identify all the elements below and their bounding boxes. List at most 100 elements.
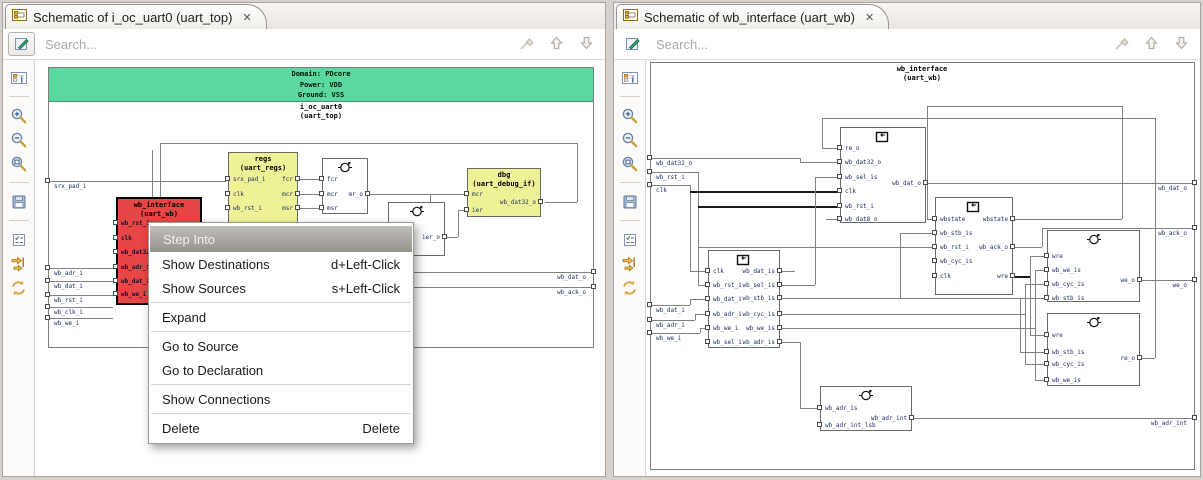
port-wb_adr_int: wb_adr_int: [870, 415, 907, 422]
wire: [577, 143, 578, 202]
find-next-icon[interactable]: [578, 34, 595, 51]
input-pin-wb_dat_i: [647, 302, 652, 307]
port-pin: [1044, 267, 1049, 272]
wire: [545, 202, 577, 203]
wire: [652, 158, 800, 159]
zoom-in-icon[interactable]: [8, 106, 30, 125]
menu-item-label: Show Destinations: [162, 256, 270, 272]
tab-schematic-uart-top[interactable]: Schematic of i_oc_uart0 (uart_top) ✕: [5, 4, 267, 29]
menu-item-show-destinations[interactable]: Show Destinations d+Left-Click: [149, 252, 413, 276]
zoom-fit-icon[interactable]: [8, 154, 30, 173]
find-previous-icon[interactable]: [1143, 34, 1160, 51]
port-wb_we_is: wb_we_is: [1052, 377, 1081, 384]
wire: [458, 210, 459, 237]
search-actions: [1113, 34, 1190, 51]
wire: [800, 342, 801, 408]
port-pin: [365, 191, 370, 196]
find-previous-icon[interactable]: [548, 34, 565, 51]
toolbar-separator: [8, 220, 29, 221]
zoom-fit-icon[interactable]: [619, 154, 641, 173]
find-next-icon[interactable]: [1173, 34, 1190, 51]
menu-item-label: Expand: [162, 309, 207, 325]
menu-item-show-connections[interactable]: Show Connections: [149, 387, 413, 411]
port-pin: [1044, 253, 1049, 258]
menu-item-label: Step Into: [163, 231, 216, 247]
zoom-out-icon[interactable]: [8, 130, 30, 149]
search-filter-button[interactable]: [8, 32, 35, 56]
menu-item-go-to-declaration[interactable]: Go to Declaration: [149, 358, 413, 382]
wire: [900, 233, 932, 234]
menu-item-step-into[interactable]: Step Into: [150, 226, 412, 252]
search-actions: [518, 34, 595, 51]
wire: [782, 298, 1044, 299]
port-pin: [319, 176, 324, 181]
wire: [1020, 298, 1021, 352]
wire: [900, 233, 901, 298]
port-pin: [1044, 281, 1049, 286]
clear-highlights-icon[interactable]: [1113, 34, 1130, 51]
output-pin-we_o: [1192, 277, 1197, 282]
wire: [152, 150, 153, 197]
port-wb_stb_is: wb_stb_is: [1052, 295, 1085, 302]
wire: [698, 172, 699, 285]
menu-item-delete[interactable]: Delete Delete: [149, 416, 413, 440]
output-pin-label: wb_adr_int: [1150, 420, 1187, 427]
save-icon[interactable]: [619, 192, 641, 211]
menu-item-expand[interactable]: Expand: [149, 305, 413, 329]
menu-item-label: Delete: [162, 420, 200, 436]
port-wb_rst_i: wb_rst_i: [845, 203, 874, 210]
context-menu: Step Into Show Destinations d+Left-Click Sh…: [148, 222, 414, 444]
port-wb_dat32_o: wb_dat32_o: [499, 199, 536, 206]
clear-highlights-icon[interactable]: [518, 34, 535, 51]
wire: [48, 295, 113, 296]
wire: [815, 177, 837, 178]
zoom-out-icon[interactable]: [619, 130, 641, 149]
port-wb_adr_i: wb_adr_i: [121, 264, 150, 271]
wire: [1035, 270, 1036, 380]
search-bar: [3, 29, 605, 60]
port-wb_adr_is: wb_adr_is: [742, 339, 775, 346]
swap-views-icon[interactable]: [619, 278, 641, 297]
tab-schematic-uart-wb[interactable]: Schematic of wb_interface (uart_wb) ✕: [616, 4, 890, 29]
port-pin: [113, 291, 118, 296]
port-pin: [113, 220, 118, 225]
port-pin: [442, 234, 447, 239]
schematic-properties-icon[interactable]: i: [8, 68, 30, 87]
schematic-toolbar: i: [614, 60, 646, 476]
port-ier: ier: [472, 207, 483, 214]
toolbar-separator: [8, 96, 29, 97]
wire: [782, 271, 795, 272]
display-options-icon[interactable]: [619, 230, 641, 249]
menu-item-shortcut: Delete: [362, 420, 400, 436]
port-pin: [1044, 361, 1049, 366]
port-mcr: mcr: [472, 191, 483, 198]
display-options-icon[interactable]: [8, 230, 30, 249]
schematic-title: wb_interface (uart_wb): [896, 65, 948, 82]
port-pin: [1137, 355, 1142, 360]
trace-through-icon[interactable]: [8, 254, 30, 273]
search-input[interactable]: [654, 33, 1074, 55]
output-pin-wb_dat_o: [591, 269, 596, 274]
zoom-in-icon[interactable]: [619, 106, 641, 125]
port-wb_rst_i: wb_rst_i: [121, 220, 150, 227]
tab-close-icon[interactable]: ✕: [242, 11, 251, 24]
trace-through-icon[interactable]: [619, 254, 641, 273]
port-wre: wre: [997, 273, 1008, 280]
menu-item-go-to-source[interactable]: Go to Source: [149, 334, 413, 358]
wire: [48, 281, 113, 282]
port-pin: [295, 176, 300, 181]
input-pin-wb_rst_i: [45, 292, 50, 297]
search-filter-button[interactable]: [619, 32, 646, 56]
port-pin: [932, 230, 937, 235]
port-pin: [225, 191, 230, 196]
port-pin: [777, 311, 782, 316]
schematic-properties-icon[interactable]: i: [619, 68, 641, 87]
search-input[interactable]: [43, 33, 479, 55]
port-pin: [923, 180, 928, 185]
swap-views-icon[interactable]: [8, 278, 30, 297]
port-wb_adr_int_lsb: wb_adr_int_lsb: [825, 422, 876, 429]
port-wb_we_is: wb_we_is: [1052, 267, 1081, 274]
menu-item-show-sources[interactable]: Show Sources s+Left-Click: [149, 276, 413, 300]
tab-close-icon[interactable]: ✕: [865, 11, 874, 24]
save-icon[interactable]: [8, 192, 30, 211]
